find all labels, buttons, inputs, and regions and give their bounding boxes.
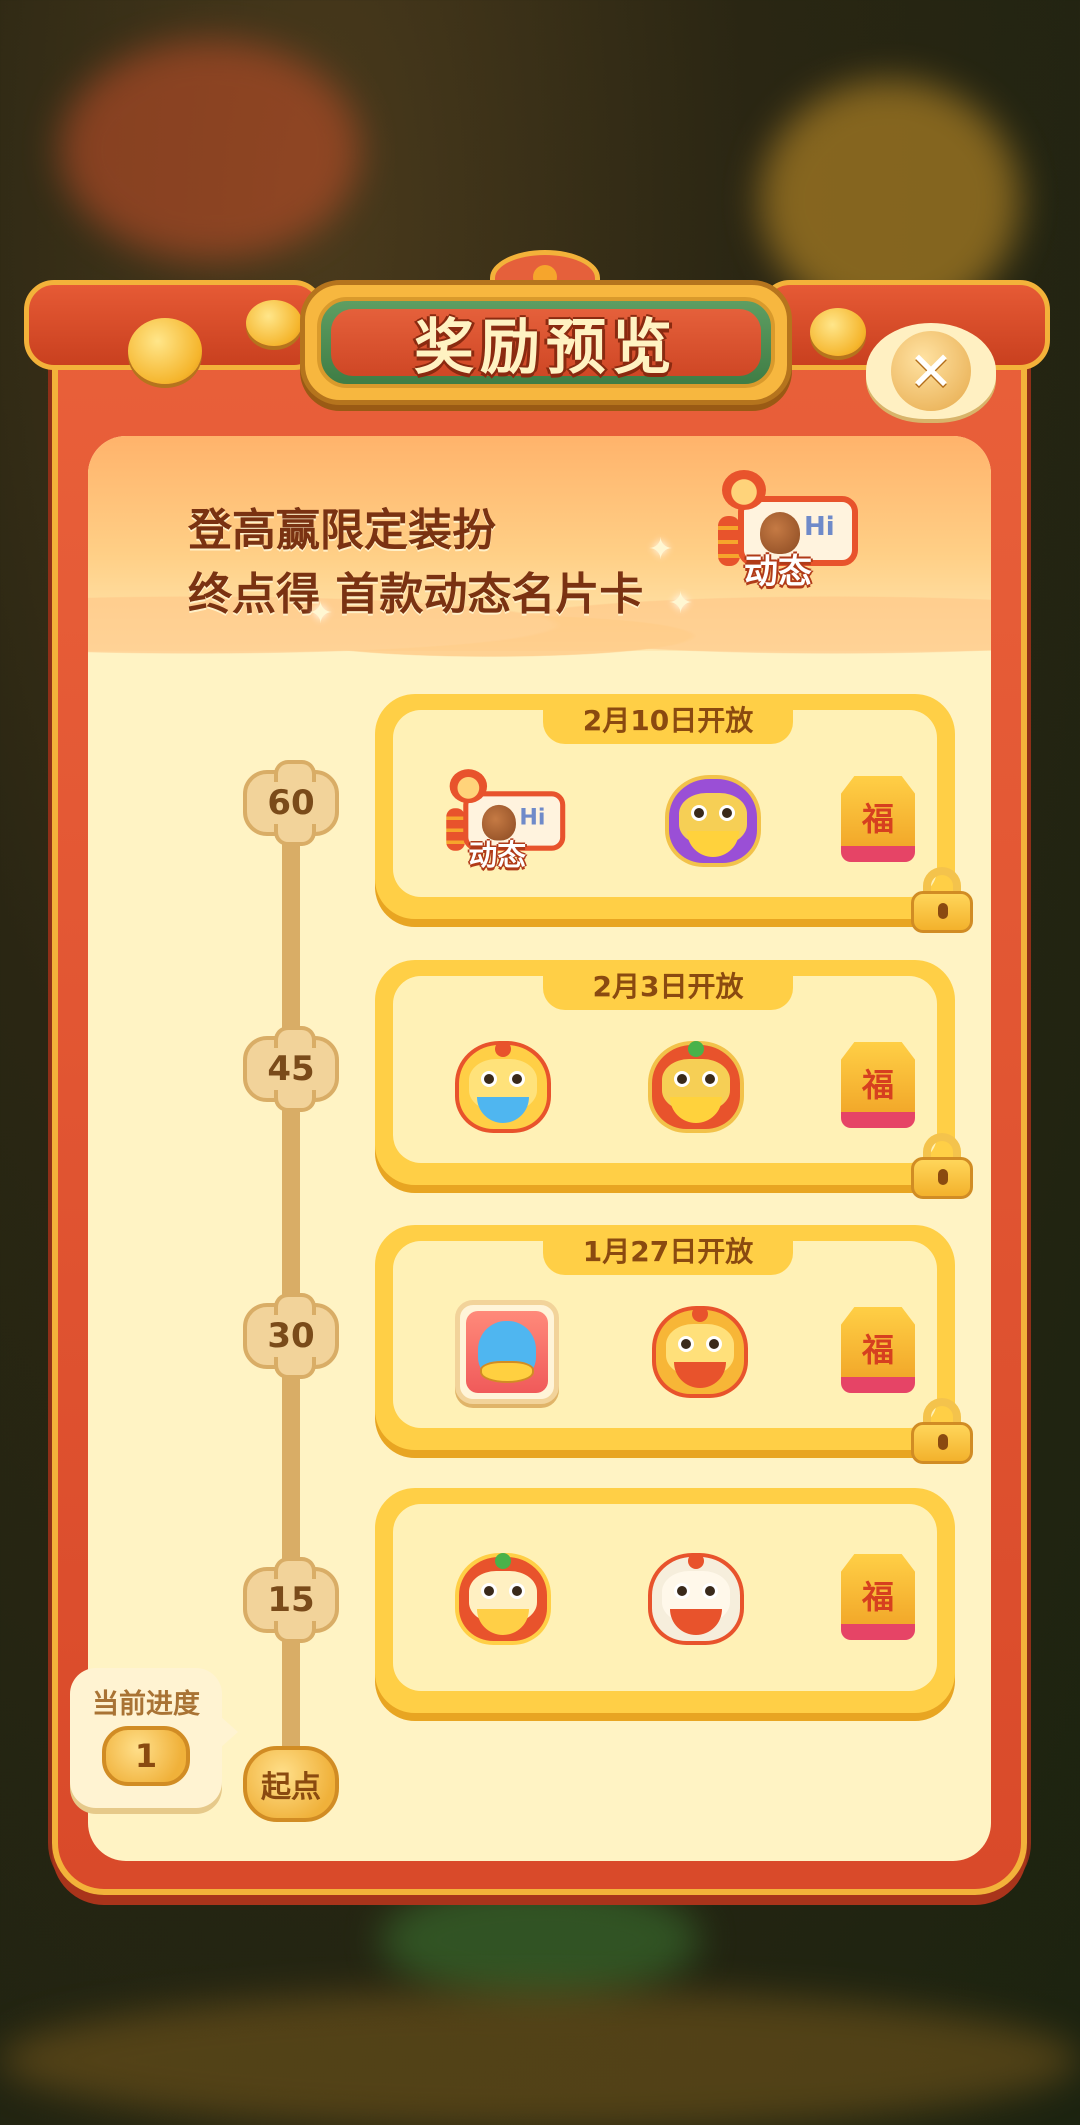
title-plaque-frame: 奖励预览 (317, 297, 775, 388)
lion-eye (481, 1583, 497, 1599)
milestone-label: 60 (267, 783, 315, 823)
background-blob (60, 40, 360, 260)
fu-badge-icon[interactable]: 福 (841, 1307, 915, 1397)
lock-body (911, 891, 973, 933)
lion-gem (688, 1041, 704, 1057)
reward-items: Hi 动态 福 (446, 766, 915, 876)
sparkle-icon: ✦ (308, 596, 334, 631)
sparkle-icon: ✦ (648, 532, 674, 567)
card-tag-text: 动态 (468, 838, 527, 873)
lion-icon (449, 769, 488, 804)
fu-badge-icon[interactable]: 福 (841, 1042, 915, 1132)
dynamic-card-icon: Hi 动态 (718, 470, 868, 592)
lion-icon (722, 470, 766, 510)
lion-eye (509, 1583, 525, 1599)
unlock-date: 1月27日开放 (543, 1225, 793, 1275)
start-node: 起点 (243, 1746, 339, 1822)
lock-body (911, 1157, 973, 1199)
lion-eye (706, 1336, 722, 1352)
card-hi-text: Hi (804, 512, 835, 542)
reward-tier-15[interactable]: 福 (375, 1488, 955, 1713)
lion-eye (691, 805, 707, 821)
yellow-lion-head-icon[interactable] (652, 1306, 748, 1398)
lock-icon (911, 867, 973, 933)
white-lion-head-icon[interactable] (648, 1553, 744, 1645)
gold-coin-icon (810, 308, 866, 356)
lock-icon (911, 1398, 973, 1464)
fu-badge-bottom (841, 846, 915, 862)
close-button[interactable]: ✕ (866, 323, 996, 419)
lion-eye (509, 1071, 525, 1087)
lion-gem (495, 1041, 511, 1057)
lion-eye (719, 805, 735, 821)
lion-dance-avatar-icon[interactable] (455, 1041, 551, 1133)
milestone-label: 45 (267, 1049, 315, 1089)
reward-items: 福 (455, 1297, 915, 1407)
title-plaque: 奖励预览 (300, 280, 792, 405)
card-hi-text: Hi (519, 804, 546, 831)
lion-eye (674, 1071, 690, 1087)
gold-coin-icon (246, 300, 302, 346)
fu-badge-bottom (841, 1112, 915, 1128)
lion-gem (495, 1553, 511, 1569)
gold-coin-icon (128, 318, 202, 384)
milestone-label: 15 (267, 1580, 315, 1620)
banner-headline: 登高赢限定装扮 (188, 505, 496, 556)
current-progress-badge: 当前进度 1 (70, 1668, 238, 1808)
fu-char: 福 (861, 800, 894, 838)
chinese-knot-icon (718, 516, 740, 566)
background-blob (380, 1880, 700, 2000)
milestone-node-30: 30 (243, 1293, 339, 1379)
card-tag-text: 动态 (744, 552, 812, 592)
sparkle-icon: ✦ (668, 586, 694, 621)
milestone-node-60: 60 (243, 760, 339, 846)
popup-title: 奖励预览 (414, 313, 678, 383)
lion-gem (692, 1306, 708, 1322)
background-blob (0, 1990, 1080, 2125)
unlock-date: 2月10日开放 (543, 694, 793, 744)
current-progress-label: 当前进度 (92, 1689, 200, 1720)
fu-badge-icon[interactable]: 福 (841, 1554, 915, 1644)
chinese-knot-icon (446, 808, 465, 851)
reward-tier-45[interactable]: 2月3日开放 福 (375, 960, 973, 1199)
red-lion-head-icon[interactable] (648, 1041, 744, 1133)
lock-body (911, 1422, 973, 1464)
banner-subline-highlight: 首款动态名片卡 (335, 569, 644, 620)
reward-tier-30[interactable]: 1月27日开放 福 (375, 1225, 973, 1464)
lion-eye (678, 1336, 694, 1352)
purple-lion-head-icon[interactable] (665, 775, 761, 867)
fu-badge-icon[interactable]: 福 (841, 776, 915, 866)
lion-gem (688, 1553, 704, 1569)
reward-items: 福 (455, 1032, 915, 1142)
fu-badge-bottom (841, 1624, 915, 1640)
fu-char: 福 (861, 1331, 894, 1369)
reward-banner: 登高赢限定装扮 终点得 首款动态名片卡 ✦ ✦ ✦ Hi 动态 (88, 436, 991, 691)
milestone-node-15: 15 (243, 1557, 339, 1643)
lock-icon (911, 1133, 973, 1199)
fu-badge-bottom (841, 1377, 915, 1393)
lion-eye (702, 1071, 718, 1087)
gold-ingot-icon (480, 1361, 534, 1383)
lion-eye (481, 1071, 497, 1087)
current-progress-value: 1 (102, 1726, 190, 1786)
lion-eye (702, 1583, 718, 1599)
lion-eye (674, 1583, 690, 1599)
lion-dance-costume-icon[interactable] (455, 1553, 551, 1645)
reward-items: 福 (455, 1544, 915, 1654)
title-plaque-face: 奖励预览 (331, 309, 761, 383)
blue-pet-avatar-frame-icon[interactable] (455, 1300, 559, 1404)
unlock-date: 2月3日开放 (543, 960, 793, 1010)
dynamic-card-icon[interactable]: Hi 动态 (446, 769, 574, 873)
banner-subline-prefix: 终点得 (188, 569, 320, 620)
fu-char: 福 (861, 1066, 894, 1104)
banner-subline: 终点得 首款动态名片卡 (188, 558, 643, 622)
close-icon[interactable]: ✕ (891, 331, 971, 411)
reward-tier-60[interactable]: 2月10日开放 Hi 动态 福 (375, 694, 973, 933)
milestone-node-45: 45 (243, 1026, 339, 1112)
milestone-label: 30 (267, 1316, 315, 1356)
fu-char: 福 (861, 1578, 894, 1616)
